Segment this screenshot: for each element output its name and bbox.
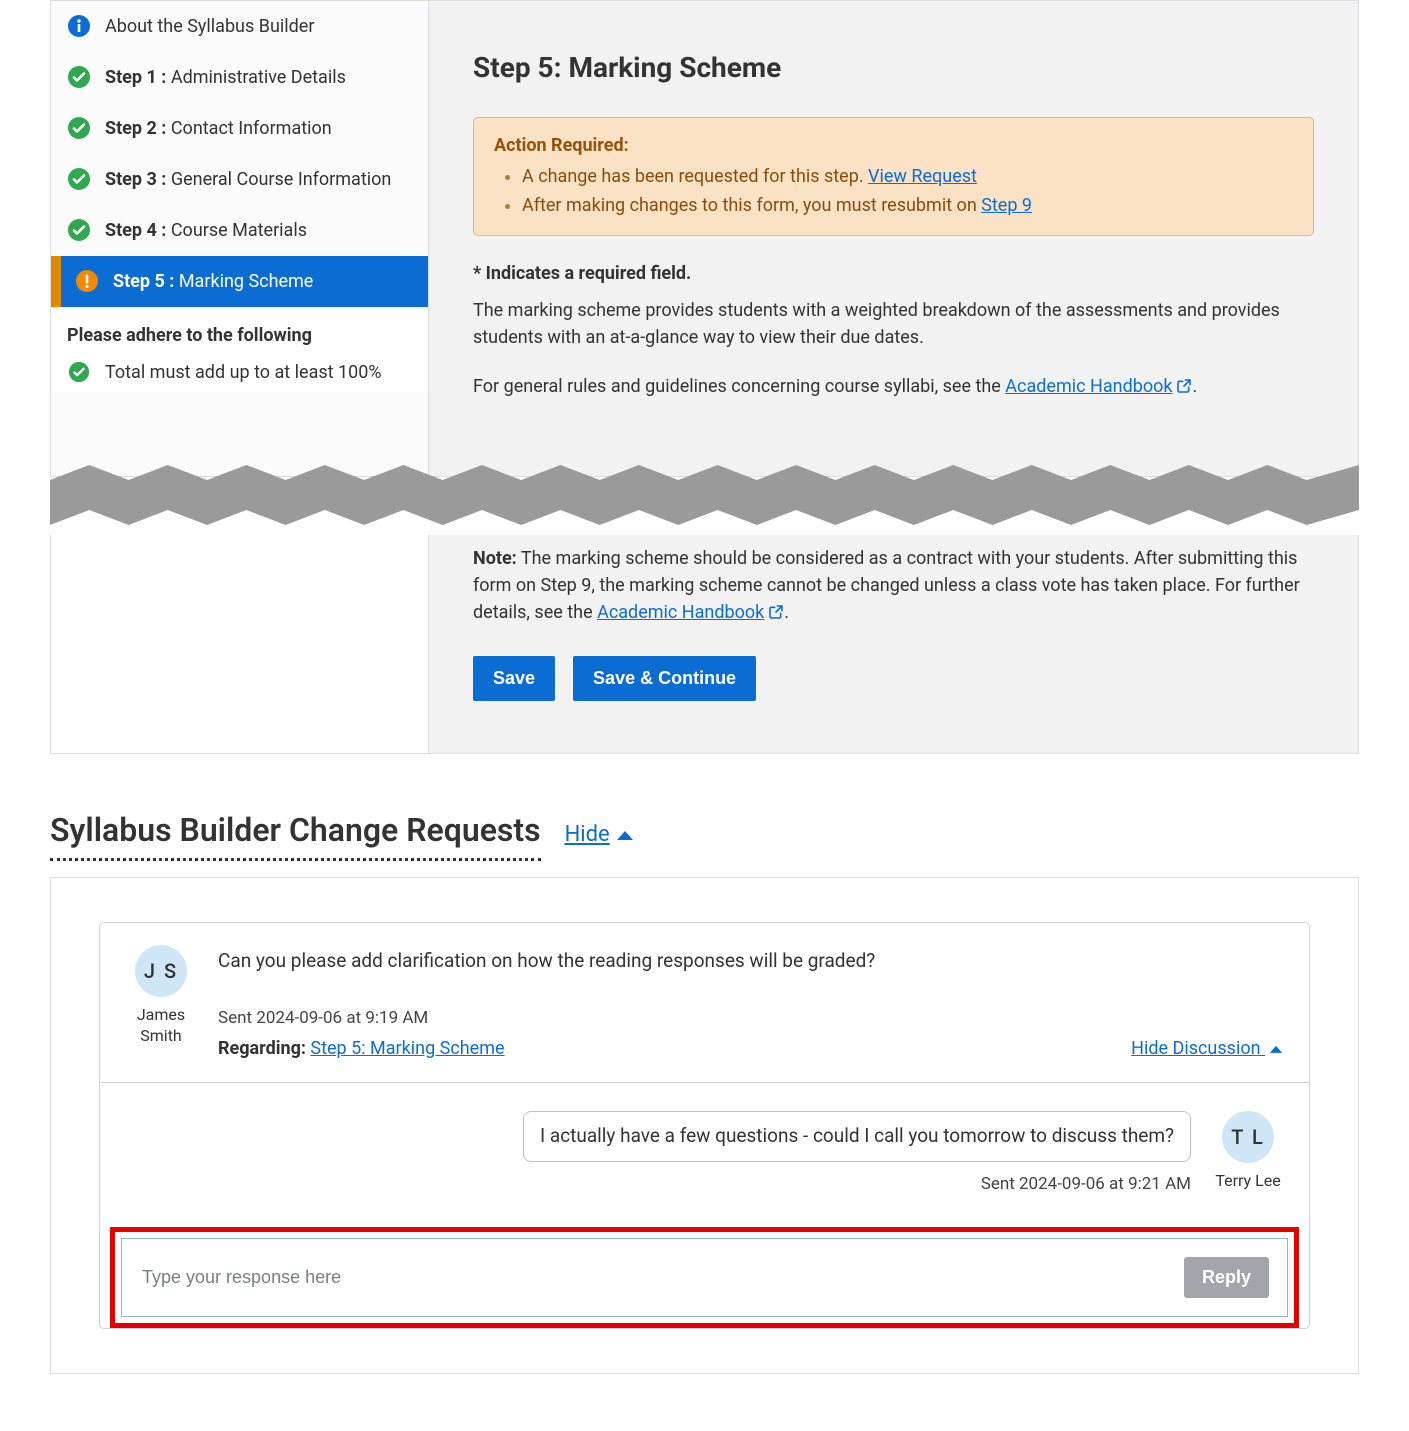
save-continue-button[interactable]: Save & Continue <box>573 656 756 701</box>
change-requests-body: J S James Smith Can you please add clari… <box>50 877 1359 1374</box>
nav-step-1[interactable]: Step 1 : Administrative Details <box>51 52 428 103</box>
step-sidebar-lower <box>51 535 429 753</box>
hide-discussion-toggle[interactable]: Hide Discussion <box>1131 1035 1283 1062</box>
page-title: Step 5: Marking Scheme <box>473 47 1314 89</box>
avatar-name: Terry Lee <box>1215 1171 1280 1192</box>
action-required-alert: Action Required: A change has been reque… <box>473 117 1314 236</box>
nav-about[interactable]: About the Syllabus Builder <box>51 1 428 52</box>
step-content: Step 5: Marking Scheme Action Required: … <box>429 1 1358 476</box>
nav-label: About the Syllabus Builder <box>105 13 412 40</box>
request-regarding: Regarding: Step 5: Marking Scheme <box>218 1035 505 1062</box>
intro-paragraph: The marking scheme provides students wit… <box>473 297 1314 351</box>
check-circle-icon <box>67 360 91 384</box>
check-circle-icon <box>67 218 91 242</box>
check-circle-icon <box>67 167 91 191</box>
nav-label: Step 5 : Marking Scheme <box>113 268 412 295</box>
check-circle-icon <box>67 116 91 140</box>
save-button[interactable]: Save <box>473 656 555 701</box>
caret-up-icon <box>1269 1038 1283 1059</box>
handbook-paragraph: For general rules and guidelines concern… <box>473 373 1314 402</box>
reply-sent-time: Sent 2024-09-06 at 9:21 AM <box>981 1172 1191 1198</box>
nav-label: Step 4 : Course Materials <box>105 217 412 244</box>
avatar: J S <box>135 945 187 997</box>
info-icon <box>67 14 91 38</box>
nav-label: Step 1 : Administrative Details <box>105 64 412 91</box>
step-9-link[interactable]: Step 9 <box>981 195 1032 216</box>
reply-box-highlight: Reply <box>110 1227 1299 1328</box>
discussion-thread: I actually have a few questions - could … <box>100 1082 1309 1217</box>
sidebar-rule: Total must add up to at least 100% <box>51 353 428 392</box>
nav-step-3[interactable]: Step 3 : General Course Information <box>51 154 428 205</box>
avatar-name: James Smith <box>126 1005 196 1047</box>
request-message: Can you please add clarification on how … <box>218 947 1283 976</box>
alert-title: Action Required: <box>494 132 1293 159</box>
hide-requests-toggle[interactable]: Hide <box>565 818 634 851</box>
sidebar-rules-heading: Please adhere to the following <box>51 307 428 353</box>
request-sent-time: Sent 2024-09-06 at 9:19 AM <box>218 1006 1283 1032</box>
academic-handbook-link[interactable]: Academic Handbook <box>597 602 784 623</box>
note-paragraph: Note: The marking scheme should be consi… <box>473 545 1314 628</box>
reply-button[interactable]: Reply <box>1184 1257 1269 1298</box>
alert-circle-icon <box>75 269 99 293</box>
external-link-icon <box>1176 375 1192 402</box>
external-link-icon <box>768 601 784 628</box>
nav-label: Step 2 : Contact Information <box>105 115 412 142</box>
nav-step-4[interactable]: Step 4 : Course Materials <box>51 205 428 256</box>
nav-step-2[interactable]: Step 2 : Contact Information <box>51 103 428 154</box>
avatar: T L <box>1222 1111 1274 1163</box>
caret-up-icon <box>616 818 634 851</box>
view-request-link[interactable]: View Request <box>868 166 977 187</box>
change-request-card: J S James Smith Can you please add clari… <box>99 922 1310 1329</box>
change-requests-title: Syllabus Builder Change Requests <box>50 806 541 861</box>
step-sidebar: About the Syllabus Builder Step 1 : Admi… <box>51 1 429 476</box>
change-requests-section: Syllabus Builder Change Requests Hide J … <box>50 806 1359 1374</box>
syllabus-builder-panel: About the Syllabus Builder Step 1 : Admi… <box>50 0 1359 477</box>
nav-label: Step 3 : General Course Information <box>105 166 412 193</box>
regarding-step-link[interactable]: Step 5: Marking Scheme <box>310 1038 504 1059</box>
reply-input[interactable] <box>140 1266 1168 1289</box>
check-circle-icon <box>67 65 91 89</box>
step-content-lower: Note: The marking scheme should be consi… <box>429 535 1358 753</box>
nav-step-5[interactable]: Step 5 : Marking Scheme <box>51 256 428 307</box>
required-field-note: * Indicates a required field. <box>473 260 1314 287</box>
rule-text: Total must add up to at least 100% <box>105 359 382 386</box>
reply-bubble: I actually have a few questions - could … <box>523 1111 1191 1162</box>
alert-item: After making changes to this form, you m… <box>522 192 1293 219</box>
alert-item: A change has been requested for this ste… <box>522 163 1293 190</box>
academic-handbook-link[interactable]: Academic Handbook <box>1005 376 1192 397</box>
syllabus-builder-panel-lower: Note: The marking scheme should be consi… <box>50 535 1359 754</box>
